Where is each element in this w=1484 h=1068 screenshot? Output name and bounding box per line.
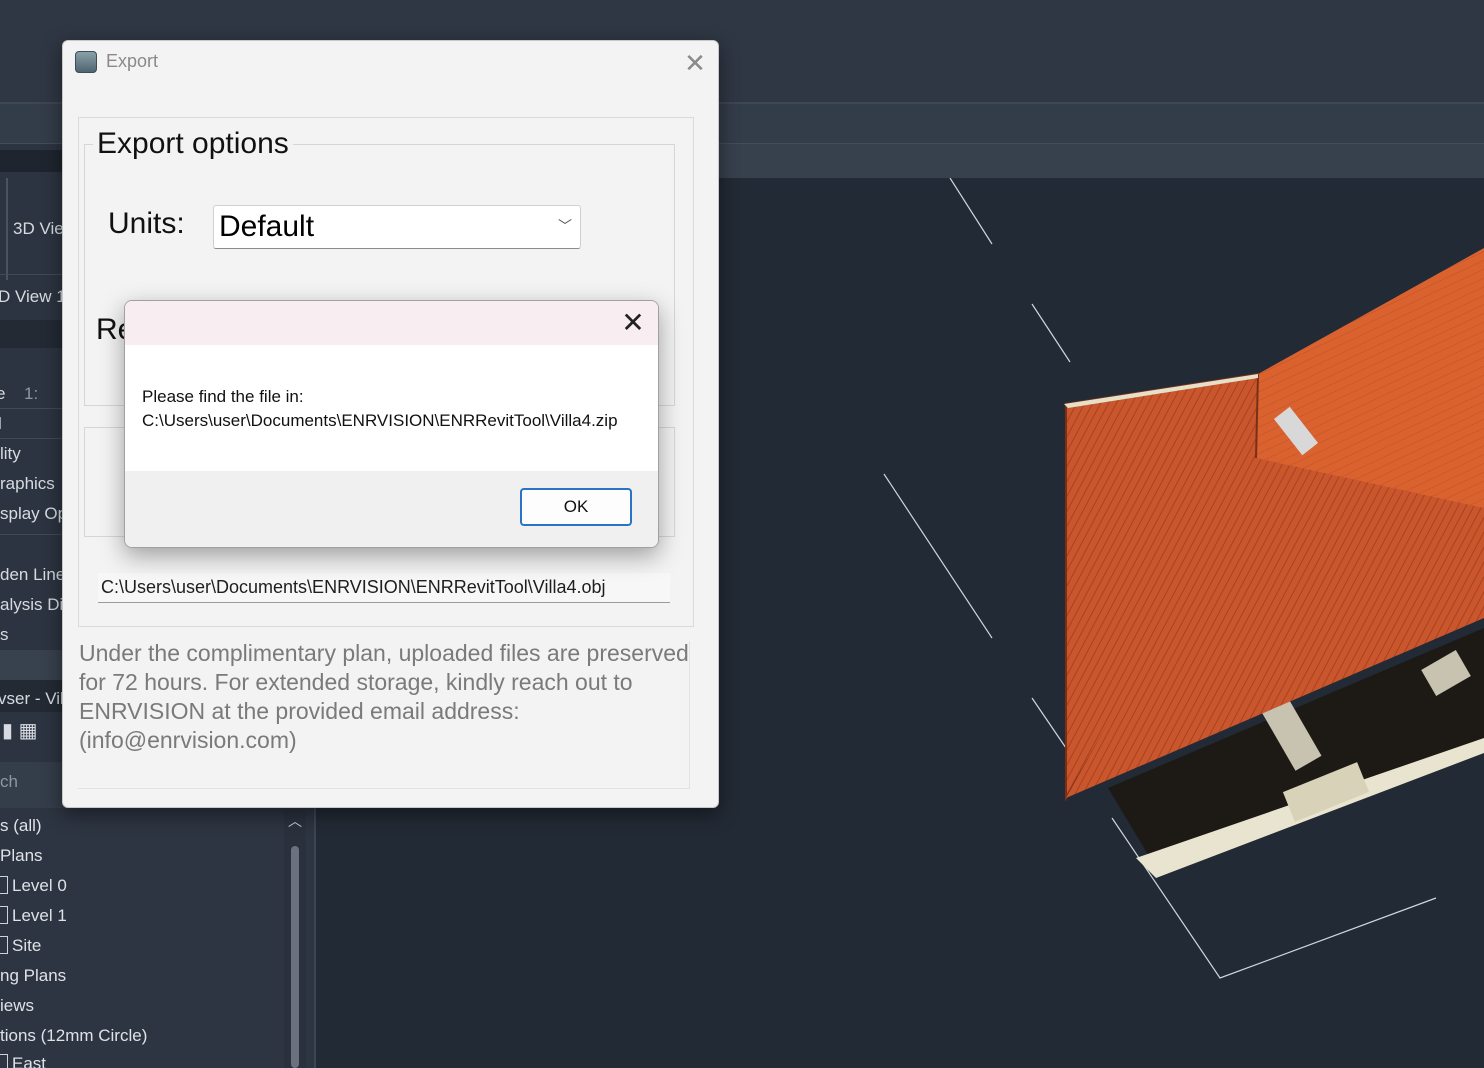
- property-row: l: [0, 414, 2, 434]
- divider: [0, 534, 64, 535]
- storage-notice: Under the complimentary plan, uploaded f…: [79, 640, 689, 753]
- message-text: Please find the file in:: [142, 387, 304, 406]
- dialog-title: Export: [106, 51, 159, 71]
- guide-line: [1031, 697, 1067, 749]
- property-row[interactable]: alysis Di: [0, 595, 63, 615]
- view-tab-bar: [718, 144, 1484, 178]
- browser-tree-item-east[interactable]: East: [0, 1054, 46, 1068]
- group-title: Export options: [93, 127, 293, 161]
- apply-button-area[interactable]: [0, 650, 64, 680]
- app-icon: [75, 51, 97, 73]
- file-path-value: C:\Users\user\Documents\ENRVISION\ENRRev…: [101, 577, 606, 597]
- properties-panel: 3D Vie D View 1 e 1: l lity raphics spla…: [0, 144, 74, 784]
- units-label: Units:: [108, 207, 185, 240]
- scrollbar-thumb[interactable]: [291, 846, 299, 1068]
- elevation-icon: [0, 1054, 8, 1068]
- units-dropdown[interactable]: Default ﹀: [213, 205, 581, 249]
- browser-tree-item[interactable]: tions (12mm Circle): [0, 1026, 147, 1046]
- close-icon[interactable]: ✕: [611, 305, 655, 341]
- floor-plan-icon: [0, 936, 8, 954]
- browser-tree-item-level-1[interactable]: Level 1: [0, 906, 67, 926]
- chevron-up-icon[interactable]: ︿: [284, 810, 306, 832]
- property-row: raphics: [0, 474, 55, 493]
- browser-tree-item-level-0[interactable]: Level 0: [0, 876, 67, 896]
- ok-button[interactable]: OK: [520, 488, 632, 526]
- divider: [0, 408, 64, 409]
- properties-header-strip: [0, 150, 64, 172]
- close-icon[interactable]: ✕: [673, 45, 717, 81]
- message-box-titlebar: ✕: [125, 301, 658, 345]
- chevron-down-icon: ﹀: [558, 218, 572, 234]
- browser-tree-item[interactable]: s (all): [0, 816, 42, 836]
- view-type-label[interactable]: 3D Vie: [13, 219, 64, 239]
- property-row: e: [0, 384, 6, 403]
- guide-line: [949, 178, 993, 245]
- browser-tree-item[interactable]: iews: [0, 996, 34, 1016]
- browser-title: vser - Vil: [0, 689, 64, 708]
- message-file-path: C:\Users\user\Documents\ENRVISION\ENRRev…: [142, 411, 618, 430]
- browser-tree-item[interactable]: ng Plans: [0, 966, 66, 986]
- message-box: ✕ Please find the file in: C:\Users\user…: [124, 300, 659, 548]
- properties-section-header: [0, 320, 64, 348]
- browser-scrollbar[interactable]: ︿: [284, 810, 306, 1068]
- property-row[interactable]: splay Op: [0, 504, 67, 524]
- guide-line: [883, 473, 993, 639]
- browser-tree-item-site[interactable]: Site: [0, 936, 41, 956]
- property-value[interactable]: 1:: [24, 384, 38, 404]
- floor-plan-icon: [0, 906, 8, 924]
- file-path-field[interactable]: C:\Users\user\Documents\ENRVISION\ENRRev…: [98, 573, 670, 603]
- message-box-footer: OK: [125, 471, 658, 547]
- browser-tree-item[interactable]: Plans: [0, 846, 43, 866]
- search-placeholder: ch: [0, 772, 18, 791]
- divider: [0, 438, 64, 439]
- type-selector-frame: [0, 178, 8, 280]
- table-icon[interactable]: ▮ ▦: [2, 718, 37, 743]
- view-instance-label[interactable]: D View 1: [0, 287, 66, 307]
- guide-line: [1031, 303, 1071, 363]
- units-selected-value: Default: [219, 210, 315, 243]
- property-row: lity: [0, 444, 21, 463]
- property-row: s: [0, 625, 9, 644]
- divider: [0, 274, 64, 275]
- floor-plan-icon: [0, 876, 8, 894]
